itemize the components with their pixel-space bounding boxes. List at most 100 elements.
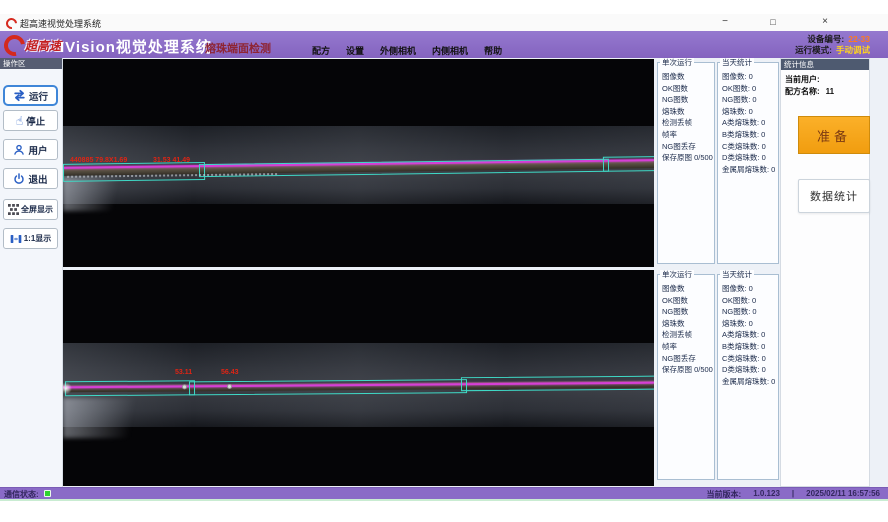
one-to-one-button-label: 1:1显示	[24, 233, 52, 244]
operation-sidebar: 操作区 运行 ☝ 停止	[0, 58, 63, 487]
daily-stats-bottom: 当天统计 图像数: 0OK图数: 0NG图数: 0熔珠数: 0A类熔珠数: 0B…	[717, 274, 779, 480]
stat-row: OK图数: 0	[722, 295, 778, 307]
status-bar: 通信状态: 当前版本: 1.0.123 | 2025/02/11 16:57:5…	[0, 487, 888, 499]
exit-button[interactable]: 退出	[3, 168, 58, 189]
fullscreen-grid-icon	[8, 204, 19, 215]
info-panel-title: 统计信息	[781, 59, 869, 70]
stat-row: 金属屑熔珠数: 0	[722, 164, 778, 176]
stat-row: 熔珠数: 0	[722, 106, 778, 118]
detection-box	[603, 156, 654, 172]
camera-top-reflection	[63, 177, 135, 211]
camera-feed-top[interactable]: 440885 79.8X1.69 31.53 41.49	[63, 59, 654, 267]
stat-row: NG图数	[662, 94, 714, 106]
current-user-row: 当前用户:	[785, 74, 820, 85]
camera-feed-bottom[interactable]: 53.11 56.43	[63, 270, 654, 486]
stat-rows: 图像数: 0OK图数: 0NG图数: 0熔珠数: 0A类熔珠数: 0B类熔珠数:…	[722, 71, 778, 175]
stop-hand-icon: ☝	[16, 115, 23, 127]
stat-row: NG图数: 0	[722, 94, 778, 106]
measurement-annotation: 53.11	[175, 369, 192, 376]
main-area: 操作区 运行 ☝ 停止	[0, 58, 888, 487]
stat-row: 金属屑熔珠数: 0	[722, 376, 778, 388]
brand-name: 超高速	[25, 37, 61, 54]
mode-value: 手动调试	[836, 45, 870, 55]
stat-row: B类熔珠数: 0	[722, 129, 778, 141]
comm-status-indicator	[44, 490, 51, 497]
stop-button-label: 停止	[26, 114, 45, 128]
stat-row: OK图数: 0	[722, 83, 778, 95]
stat-row: 保存原图 0/500	[662, 152, 714, 164]
run-button[interactable]: 运行	[3, 85, 58, 106]
group-title: 单次运行	[660, 58, 694, 67]
module-subtitle: 熔珠端面检测	[205, 40, 271, 56]
stop-button[interactable]: ☝ 停止	[3, 110, 58, 131]
defect-marker	[227, 384, 232, 389]
recipe-row: 配方名称:11	[785, 86, 834, 97]
stat-row: 帧率	[662, 129, 714, 141]
mode-label: 运行模式:	[795, 45, 832, 55]
stat-row: NG图丢存	[662, 353, 714, 365]
prepare-button[interactable]: 准备	[798, 116, 870, 154]
user-button-label: 用户	[28, 143, 47, 157]
stat-row: 熔珠数	[662, 318, 714, 330]
maximize-button[interactable]: □	[760, 14, 786, 31]
recipe-label: 配方名称:	[785, 87, 820, 96]
stat-row: 图像数	[662, 71, 714, 83]
app-window: 超高速视觉处理系统 − □ × 超高速 IVision视觉处理系统 熔珠端面检测…	[0, 0, 888, 522]
stat-row: 图像数: 0	[722, 283, 778, 295]
bright-spot	[63, 382, 72, 394]
stat-row: OK图数	[662, 83, 714, 95]
stat-row: C类熔珠数: 0	[722, 353, 778, 365]
stat-row: 图像数	[662, 283, 714, 295]
group-title: 当天统计	[720, 58, 754, 67]
device-label: 设备编号:	[807, 34, 844, 44]
detection-box	[63, 162, 205, 182]
defect-marker	[182, 384, 187, 389]
menu-item[interactable]: 设置	[346, 44, 364, 57]
detection-box	[65, 380, 195, 396]
minimize-button[interactable]: −	[712, 14, 738, 31]
current-user-label: 当前用户:	[785, 75, 820, 84]
menu-item[interactable]: 帮助	[484, 44, 502, 57]
stat-row: 帧率	[662, 341, 714, 353]
menu-item[interactable]: 配方	[312, 44, 330, 57]
stat-row: 检测丢帧	[662, 329, 714, 341]
stat-row: D类熔珠数: 0	[722, 364, 778, 376]
menu-bar: 配方 设置 外侧相机 内侧相机 帮助	[312, 44, 502, 57]
daily-stats-top: 当天统计 图像数: 0OK图数: 0NG图数: 0熔珠数: 0A类熔珠数: 0B…	[717, 62, 779, 264]
data-statistics-button[interactable]: 数据统计	[798, 179, 870, 213]
stat-rows: 图像数OK图数NG图数熔珠数检测丢帧帧率NG图丢存保存原图 0/500	[662, 283, 714, 376]
one-to-one-button[interactable]: 1:1显示	[3, 228, 58, 249]
statistics-info-panel: 统计信息 当前用户: 配方名称:11 准备 数据统计	[780, 58, 870, 487]
fullscreen-button[interactable]: 全屏显示	[3, 199, 58, 220]
stat-row: D类熔珠数: 0	[722, 152, 778, 164]
stat-row: A类熔珠数: 0	[722, 329, 778, 341]
run-cycle-icon	[13, 89, 26, 102]
close-button[interactable]: ×	[812, 14, 838, 31]
single-run-stats-top: 单次运行 图像数OK图数NG图数熔珠数检测丢帧帧率NG图丢存保存原图 0/500	[657, 62, 715, 264]
group-title: 单次运行	[660, 270, 694, 279]
stat-row: B类熔珠数: 0	[722, 341, 778, 353]
exit-button-label: 退出	[28, 172, 47, 186]
measurement-annotation: 56.43	[221, 369, 239, 376]
app-logo-icon	[4, 16, 19, 31]
measurement-annotation: 31.53 41.49	[153, 157, 190, 164]
power-icon	[13, 173, 25, 185]
window-title: 超高速视觉处理系统	[20, 17, 101, 30]
app-title: IVision视觉处理系统	[60, 36, 212, 57]
stat-row: NG图丢存	[662, 141, 714, 153]
stat-row: A类熔珠数: 0	[722, 117, 778, 129]
stat-rows: 图像数: 0OK图数: 0NG图数: 0熔珠数: 0A类熔珠数: 0B类熔珠数:…	[722, 283, 778, 387]
user-button[interactable]: 用户	[3, 139, 58, 160]
single-run-stats-bottom: 单次运行 图像数OK图数NG图数熔珠数检测丢帧帧率NG图丢存保存原图 0/500	[657, 274, 715, 480]
one-to-one-icon	[10, 233, 22, 245]
fullscreen-button-label: 全屏显示	[21, 204, 53, 215]
stat-row: 图像数: 0	[722, 71, 778, 83]
stat-row: 检测丢帧	[662, 117, 714, 129]
app-header: 超高速 IVision视觉处理系统 熔珠端面检测 配方设置外侧相机内侧相机帮助 …	[0, 31, 888, 58]
run-button-label: 运行	[29, 89, 48, 103]
window-titlebar: 超高速视觉处理系统 − □ ×	[0, 14, 888, 32]
stat-row: C类熔珠数: 0	[722, 141, 778, 153]
menu-item[interactable]: 外侧相机	[380, 44, 416, 57]
stat-row: 保存原图 0/500	[662, 364, 714, 376]
menu-item[interactable]: 内侧相机	[432, 44, 468, 57]
